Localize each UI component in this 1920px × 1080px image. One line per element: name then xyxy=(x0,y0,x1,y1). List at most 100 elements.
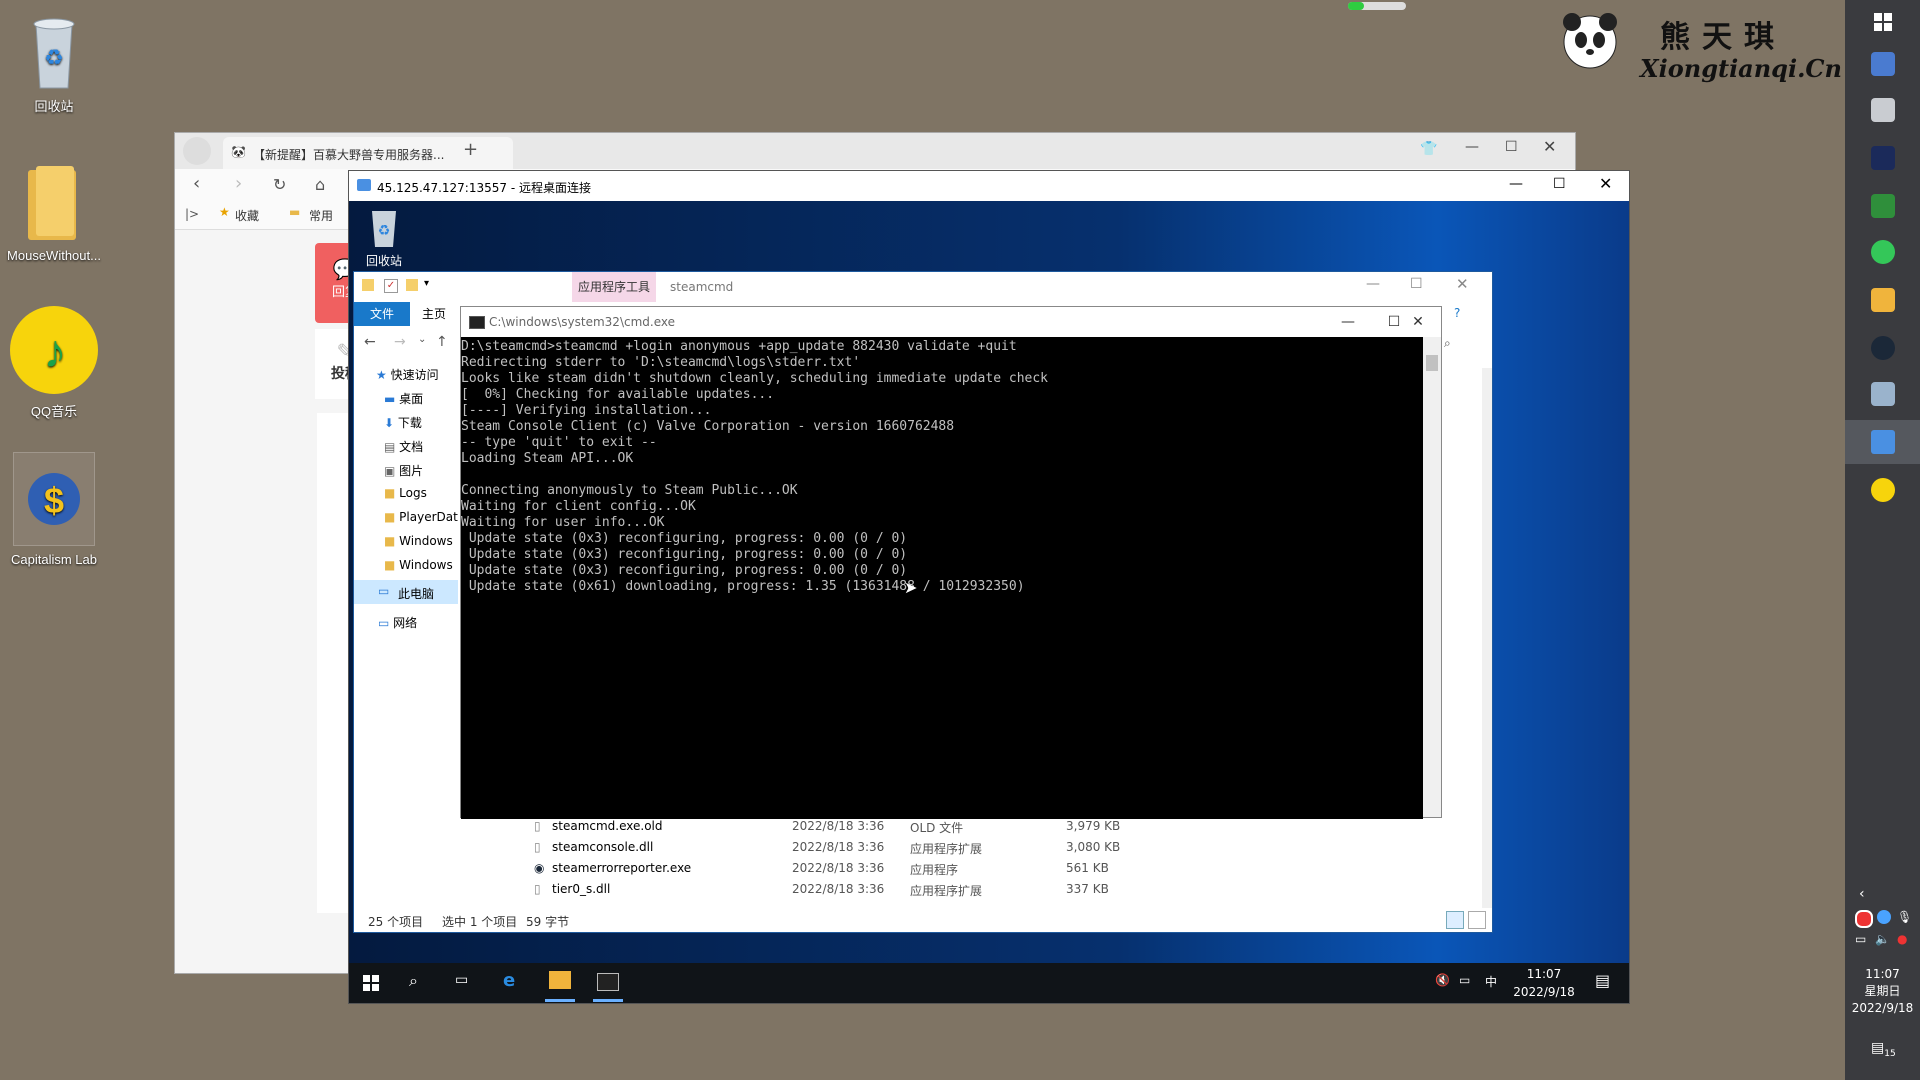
action-center-icon[interactable]: ▤ xyxy=(1595,971,1610,990)
file-explorer-taskbar-icon[interactable] xyxy=(549,971,571,989)
file-list-scrollbar[interactable] xyxy=(1482,368,1492,908)
desktop-icon-capitalism-lab[interactable]: $ Capitalism Lab xyxy=(4,452,104,567)
search-icon[interactable]: ⌕ xyxy=(409,971,418,991)
nav-label: 文档 xyxy=(399,440,424,454)
new-tab-button[interactable]: + xyxy=(463,139,478,160)
nav-playerdata[interactable]: ■ PlayerDat xyxy=(384,510,458,524)
task-view-icon[interactable]: ▭ xyxy=(455,972,468,988)
windows-start-icon[interactable] xyxy=(1871,10,1895,34)
qq-music-tray-icon[interactable] xyxy=(1871,478,1895,502)
desktop-icon-mousewithout[interactable]: MouseWithout... xyxy=(4,162,104,263)
home-icon[interactable]: ⌂ xyxy=(315,175,325,194)
nav-quick-access[interactable]: ★ 快速访问 xyxy=(376,366,439,383)
cmd-close-button[interactable]: ✕ xyxy=(1395,307,1441,337)
remote-desktop-active-icon[interactable] xyxy=(1845,420,1920,464)
search-icon[interactable]: ⌕ xyxy=(1444,336,1451,351)
file-explorer-icon[interactable] xyxy=(1871,288,1895,312)
nav-label: 快速访问 xyxy=(390,368,439,382)
explorer-minimize-button[interactable]: — xyxy=(1366,276,1380,292)
browser-maximize-button[interactable]: ☐ xyxy=(1505,139,1518,155)
file-row[interactable]: ◉ steamerrorreporter.exe 2022/8/18 3:36 … xyxy=(534,858,1254,879)
help-icon[interactable]: ? xyxy=(1454,306,1460,320)
volume-icon[interactable]: 🔈 xyxy=(1875,932,1890,946)
mic-icon[interactable]: 🎙 xyxy=(1897,910,1912,924)
volume-muted-icon[interactable]: 🔇 xyxy=(1435,973,1450,987)
tray-icons: 🎙 ▭ 🔈 ● xyxy=(1855,910,1915,950)
panda-icon xyxy=(1560,8,1620,72)
refresh-green-icon[interactable] xyxy=(1871,240,1895,264)
network-tray-icon[interactable]: ▭ xyxy=(1459,973,1470,987)
nav-desktop[interactable]: ▬ 桌面 xyxy=(384,390,423,407)
rdp-minimize-button[interactable]: — xyxy=(1509,176,1523,192)
explorer-maximize-button[interactable]: ☐ xyxy=(1410,276,1423,292)
file-row[interactable]: ▯ tier0_s.dll 2022/8/18 3:36 应用程序扩展 337 … xyxy=(534,879,1254,900)
browser-minimize-button[interactable]: — xyxy=(1465,139,1479,155)
ribbon-home-tab[interactable]: 主页 xyxy=(414,302,454,326)
rdp-close-button[interactable]: ✕ xyxy=(1599,174,1612,193)
steam-icon[interactable] xyxy=(1871,336,1895,360)
shirt-icon[interactable]: 👕 xyxy=(1420,141,1437,157)
steam-tray-icon[interactable] xyxy=(1877,910,1891,924)
network-icon[interactable] xyxy=(1871,52,1895,76)
file-icon: ▯ xyxy=(534,819,541,833)
nav-logs[interactable]: ■ Logs xyxy=(384,486,427,500)
record-icon[interactable] xyxy=(1855,910,1873,928)
rdp-maximize-button[interactable]: ☐ xyxy=(1553,176,1566,192)
rdp-recycle-bin[interactable]: ♻ 回收站 xyxy=(359,205,409,269)
nav-pictures[interactable]: ▣ 图片 xyxy=(384,462,423,479)
nav-label: 此电脑 xyxy=(398,587,435,601)
watermark-logo: 熊天琪 Xiongtianqi.Cn xyxy=(1560,8,1842,88)
recent-dropdown-icon[interactable]: ⌄ xyxy=(418,334,426,345)
cmd-output[interactable]: D:\steamcmd>steamcmd +login anonymous +a… xyxy=(461,337,1423,819)
up-icon[interactable]: ↑ xyxy=(436,334,448,350)
browser-close-button[interactable]: ✕ xyxy=(1543,137,1556,156)
host-clock[interactable]: 11:07 星期日 2022/9/18 xyxy=(1845,966,1920,1017)
nav-this-pc[interactable]: ▭ 此电脑 xyxy=(354,580,458,604)
explorer-close-button[interactable]: ✕ xyxy=(1456,275,1469,293)
ime-indicator[interactable]: 中 xyxy=(1485,973,1497,990)
sidebar-toggle-icon[interactable]: |> xyxy=(185,207,199,221)
ribbon-context-tab[interactable]: 应用程序工具 xyxy=(572,272,656,302)
antivirus-icon[interactable]: ● xyxy=(1897,932,1907,946)
start-button-icon[interactable] xyxy=(363,975,379,995)
forward-icon[interactable]: › xyxy=(235,173,242,194)
properties-icon[interactable]: ✓ xyxy=(384,279,398,293)
file-type: 应用程序扩展 xyxy=(910,884,983,898)
explorer-back-icon[interactable]: ← xyxy=(364,334,376,350)
nav-windows-2[interactable]: ■ Windows xyxy=(384,558,453,572)
bookmark-favorites[interactable]: 收藏 xyxy=(235,207,259,224)
spreadsheet-icon[interactable] xyxy=(1871,194,1895,218)
rdp-clock[interactable]: 11:07 2022/9/18 xyxy=(1509,965,1579,1001)
network-tray-icon[interactable]: ▭ xyxy=(1855,932,1866,946)
desktop-icon-recycle-bin[interactable]: ♻ 回收站 xyxy=(4,10,104,115)
nav-documents[interactable]: ▤ 文档 xyxy=(384,438,423,455)
bookmark-folder-icon: ▬ xyxy=(289,205,301,219)
large-icons-view-icon[interactable] xyxy=(1468,911,1486,929)
bookmark-common[interactable]: 常用 xyxy=(309,207,333,224)
cmd-scrollbar[interactable] xyxy=(1423,337,1441,817)
ie-icon[interactable]: e xyxy=(503,970,515,991)
cmd-taskbar-icon[interactable] xyxy=(597,973,619,991)
nav-downloads[interactable]: ⬇ 下载 xyxy=(384,414,422,431)
desktop-icon-qq-music[interactable]: ♪ QQ音乐 xyxy=(4,305,104,420)
new-folder-icon[interactable] xyxy=(406,279,418,291)
details-view-icon[interactable] xyxy=(1446,911,1464,929)
cmd-scroll-thumb[interactable] xyxy=(1426,355,1438,371)
file-row[interactable]: ▯ steamconsole.dll 2022/8/18 3:36 应用程序扩展… xyxy=(534,837,1254,858)
rar-icon[interactable] xyxy=(1871,146,1895,170)
user-avatar[interactable] xyxy=(183,137,211,165)
nav-network[interactable]: ▭ 网络 xyxy=(378,614,417,631)
back-icon[interactable]: ‹ xyxy=(193,173,200,194)
ribbon-file-tab[interactable]: 文件 xyxy=(354,302,410,326)
chevron-left-icon[interactable]: ‹ xyxy=(1859,886,1865,902)
quick-access-dropdown-icon[interactable]: ▾ xyxy=(424,278,429,289)
refresh-icon[interactable]: ↻ xyxy=(273,175,286,194)
notification-icon[interactable]: ▤15 xyxy=(1871,1040,1896,1059)
control-panel-icon[interactable] xyxy=(1871,98,1895,122)
file-row[interactable]: ▯ steamcmd.exe.old 2022/8/18 3:36 OLD 文件… xyxy=(534,816,1254,837)
svg-text:♻: ♻ xyxy=(44,45,64,70)
remote-desktop-icon[interactable] xyxy=(1871,382,1895,406)
nav-windows-1[interactable]: ■ Windows xyxy=(384,534,453,548)
cmd-minimize-button[interactable]: — xyxy=(1325,307,1371,337)
explorer-forward-icon[interactable]: → xyxy=(394,334,406,350)
